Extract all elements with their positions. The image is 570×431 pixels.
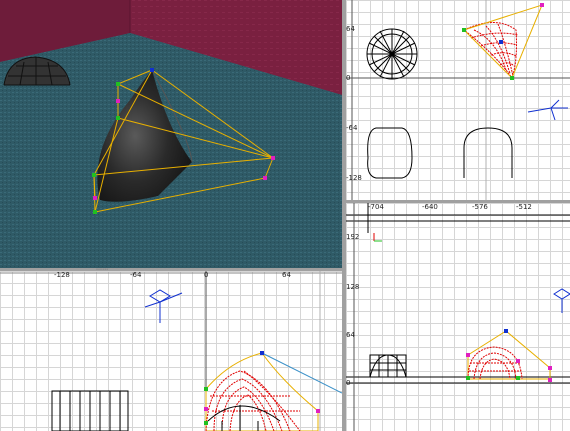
y-axis-label-0: 0 — [346, 379, 351, 387]
y-axis-label-192: 192 — [346, 233, 360, 241]
dome-side-wireframe[interactable] — [369, 354, 407, 378]
vertex-handle[interactable] — [93, 210, 97, 214]
y-axis-label-neg64: -64 — [346, 124, 358, 132]
vertex-handle[interactable] — [116, 82, 120, 86]
camera-icon[interactable] — [144, 289, 183, 323]
front-profile-shapes[interactable] — [367, 127, 513, 179]
axis-gizmo-icon[interactable] — [527, 99, 568, 121]
dome-top-wireframe[interactable] — [366, 28, 418, 80]
front-view-scene — [0, 271, 342, 431]
y-axis-label-64: 64 — [346, 331, 355, 339]
vertex-handle[interactable] — [116, 116, 120, 120]
x-axis-label-neg64: -64 — [130, 271, 142, 279]
x-axis-label-64: 64 — [282, 271, 291, 279]
y-axis-label-neg128: -128 — [346, 174, 362, 182]
vertex-handle[interactable] — [263, 176, 267, 180]
top-view-scene — [346, 0, 570, 200]
vertex-handle[interactable] — [271, 156, 275, 160]
top-view-viewport[interactable]: 64 0 -64 -128 — [346, 0, 570, 200]
x-axis-label-neg640: -640 — [422, 203, 438, 211]
side-view-scene — [346, 203, 570, 431]
y-axis-label-0: 0 — [346, 74, 351, 82]
x-axis-label-0: 0 — [204, 271, 209, 279]
patch-side-wireframe[interactable] — [466, 329, 552, 382]
vertex-handle[interactable] — [93, 196, 97, 200]
box-wireframe[interactable] — [51, 390, 129, 431]
x-axis-label-neg128: -128 — [54, 271, 70, 279]
y-axis-label-64: 64 — [346, 25, 355, 33]
vertex-handle[interactable] — [116, 99, 120, 103]
x-axis-label-neg704: -704 — [368, 203, 384, 211]
front-view-viewport[interactable]: -128 -64 0 64 — [0, 271, 342, 431]
x-axis-label-neg576: -576 — [472, 203, 488, 211]
side-view-viewport[interactable]: -704 -640 -576 -512 192 128 64 0 — [346, 203, 570, 431]
x-axis-label-neg512: -512 — [516, 203, 532, 211]
perspective-viewport[interactable] — [0, 0, 342, 268]
perspective-scene — [0, 0, 342, 268]
patch-front-wireframe[interactable] — [204, 351, 320, 431]
camera-icon[interactable] — [553, 288, 570, 313]
patch-top-wireframe[interactable] — [462, 3, 544, 80]
y-axis-label-128: 128 — [346, 283, 360, 291]
guide-line — [261, 352, 342, 394]
vertex-handle[interactable] — [92, 173, 96, 177]
vertex-handle[interactable] — [150, 68, 154, 72]
